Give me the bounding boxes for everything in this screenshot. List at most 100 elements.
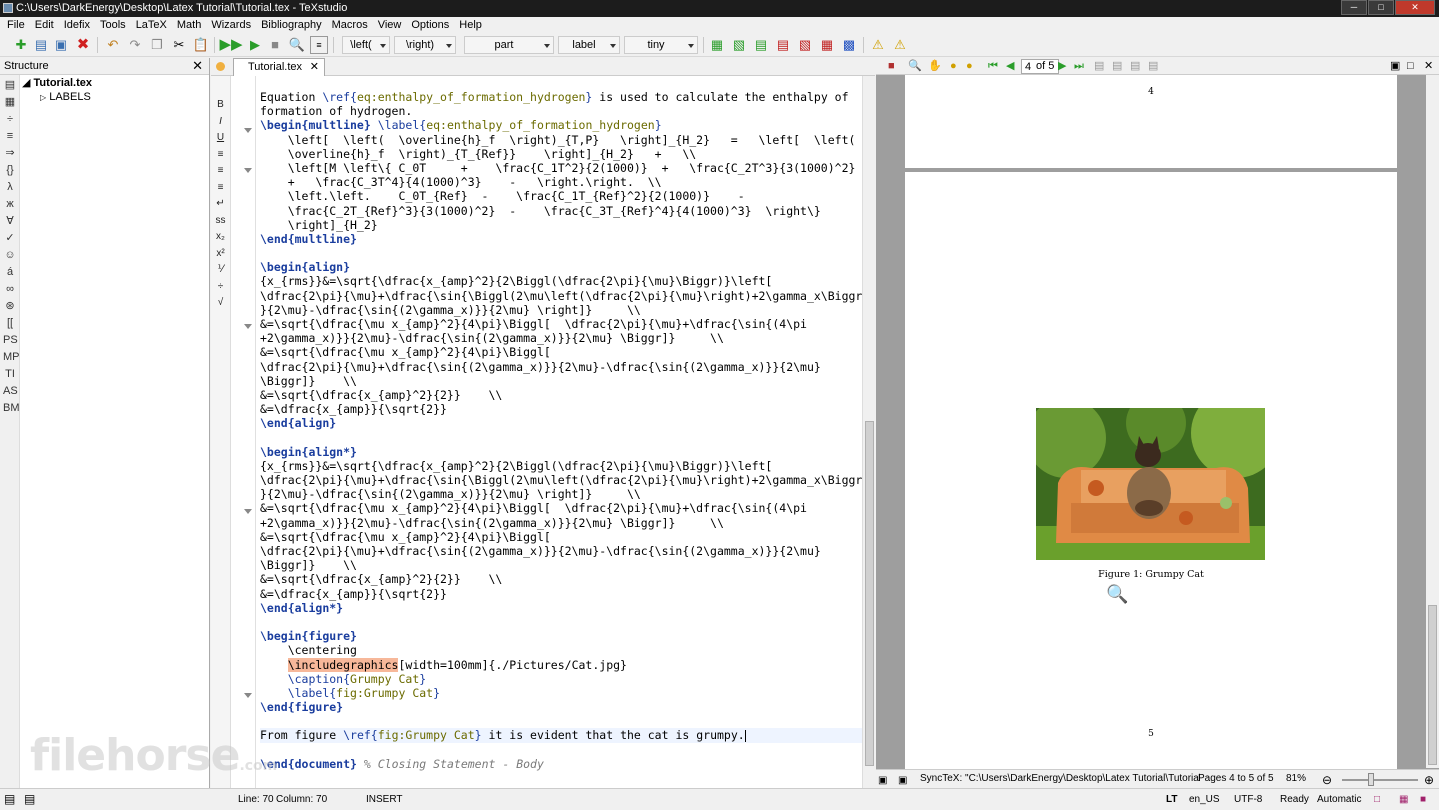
code-line[interactable]: }{2\mu}-\dfrac{\sin{(2\gamma_x)}}{2\mu} …	[260, 487, 863, 501]
code-line[interactable]: \end{align}	[260, 416, 863, 430]
dfrac-icon[interactable]: ÷	[215, 280, 227, 294]
maximize-button[interactable]: □	[1368, 0, 1394, 15]
add-row-icon[interactable]: ▤	[752, 36, 770, 54]
code-line[interactable]: \begin{align*}	[260, 445, 863, 459]
menu-latex[interactable]: LaTeX	[131, 17, 172, 33]
pdf-zoom-icon[interactable]: 🔍	[908, 59, 922, 74]
code-line[interactable]: \Biggr]} \\	[260, 558, 863, 572]
pdf-close-icon[interactable]: ✕	[1424, 59, 1433, 74]
ss-icon[interactable]: ss	[215, 214, 227, 228]
view-log-icon[interactable]: ≡	[310, 36, 328, 54]
code-line[interactable]: {x_{rms}}&=\sqrt{\dfrac{x_{amp}^2}{2\Big…	[260, 459, 863, 473]
menu-macros[interactable]: Macros	[327, 17, 373, 33]
close-structure-icon[interactable]: ✕	[192, 58, 203, 74]
align-center-icon[interactable]: ≡	[215, 164, 227, 178]
toggle-structure-icon[interactable]: ▤	[4, 793, 15, 805]
list-icon[interactable]: ≡	[3, 129, 17, 143]
braces-icon[interactable]: {}	[3, 163, 17, 177]
pdf-book-icon[interactable]: ■	[888, 59, 895, 74]
fit-width-icon[interactable]: ▤	[1094, 59, 1104, 74]
code-line[interactable]: Equation \ref{eq:enthalpy_of_formation_h…	[260, 90, 863, 104]
pdf-maximize-icon[interactable]: □	[1407, 59, 1414, 74]
code-line[interactable]: &=\sqrt{\dfrac{\mu x_{amp}^2}{4\pi}\Bigg…	[260, 345, 863, 359]
fold-sub1-icon[interactable]	[244, 168, 252, 173]
align-right-icon[interactable]: ≡	[215, 181, 227, 195]
menu-edit[interactable]: Edit	[30, 17, 59, 33]
new-file-icon[interactable]: ✚	[12, 36, 30, 54]
warning-icon[interactable]: ⚠	[869, 36, 887, 54]
code-line[interactable]: \right]_{H_2}	[260, 218, 863, 232]
code-line[interactable]: }{2\mu}-\dfrac{\sin{(2\gamma_x)}}{2\mu} …	[260, 303, 863, 317]
build-view-icon[interactable]: ▶▶	[219, 36, 242, 54]
code-line[interactable]: \overline{h}_f \right)_{T_{Ref}} \right]…	[260, 147, 863, 161]
languagetool-indicator[interactable]: LT	[1166, 794, 1177, 806]
fold-align-star-icon[interactable]	[244, 509, 252, 514]
undo-icon[interactable]: ↶	[104, 36, 122, 54]
menu-help[interactable]: Help	[454, 17, 487, 33]
code-line[interactable]	[260, 246, 863, 260]
pdf-window-icon[interactable]: ▣	[1390, 59, 1400, 74]
minimize-button[interactable]: ─	[1341, 0, 1367, 15]
code-line[interactable]: \begin{align}	[260, 260, 863, 274]
expanded-arrow-icon[interactable]: ◢	[22, 77, 30, 89]
code-line[interactable]: \dfrac{2\pi}{\mu}+\dfrac{\sin{(2\gamma_x…	[260, 544, 863, 558]
align-columns-icon[interactable]: ▦	[818, 36, 836, 54]
collapsed-arrow-icon[interactable]: ▷	[40, 93, 46, 102]
stop-icon[interactable]: ■	[266, 36, 284, 54]
close-file-icon[interactable]: ✖	[74, 36, 92, 54]
fold-figure-icon[interactable]	[244, 693, 252, 698]
code-line[interactable]	[260, 743, 863, 757]
zoom-in-icon[interactable]: ⊕	[1424, 771, 1434, 789]
code-line[interactable]: \Biggr]} \\	[260, 374, 863, 388]
cyrillic-icon[interactable]: ж	[3, 197, 17, 211]
last-page-icon[interactable]: ⏭	[1074, 59, 1084, 74]
prev-page-icon[interactable]: ◀	[1006, 59, 1014, 74]
code-editor[interactable]: Equation \ref{eq:enthalpy_of_formation_h…	[260, 90, 863, 780]
code-line[interactable]: \end{align*}	[260, 601, 863, 615]
pstricks-icon[interactable]: PS	[3, 333, 18, 347]
zoom-out-icon[interactable]: ⊖	[1322, 771, 1332, 789]
lambda-icon[interactable]: λ	[3, 180, 17, 194]
pdf-back-icon[interactable]: ●	[950, 59, 957, 74]
fold-align-icon[interactable]	[244, 324, 252, 329]
menu-tools[interactable]: Tools	[95, 17, 131, 33]
code-line[interactable]: \end{document} % Closing Statement - Bod…	[260, 757, 863, 771]
first-page-icon[interactable]: ⏮	[988, 59, 998, 74]
code-line[interactable]: \dfrac{2\pi}{\mu}+\dfrac{\sin{\Biggl(2\m…	[260, 473, 863, 487]
pdf-status-icon[interactable]: ■	[1420, 794, 1426, 806]
accent-icon[interactable]: á	[3, 265, 17, 279]
code-line[interactable]: &=\sqrt{\dfrac{x_{amp}^2}{2}} \\	[260, 572, 863, 586]
tree-labels-item[interactable]: ▷ LABELS	[22, 90, 92, 104]
menu-wizards[interactable]: Wizards	[206, 17, 256, 33]
pdf-zoom-level[interactable]: 81%	[1286, 770, 1306, 788]
code-line[interactable]: &=\dfrac{x_{amp}}{\sqrt{2}}	[260, 402, 863, 416]
grid-icon[interactable]: ▤	[1148, 59, 1158, 74]
code-line[interactable]: \frac{C_2T_{Ref}^3}{3(1000)^2} - \frac{C…	[260, 204, 863, 218]
tab-tutorial[interactable]: Tutorial.tex ✕	[233, 58, 326, 76]
forall-icon[interactable]: ∀	[3, 214, 17, 228]
bold-icon[interactable]: B	[215, 98, 227, 112]
spell-language[interactable]: en_US	[1189, 794, 1220, 806]
grid-status-icon[interactable]: ▦	[1399, 794, 1408, 806]
cut-icon[interactable]: ✂	[170, 36, 188, 54]
code-line[interactable]: + \frac{C_3T^4}{4(1000)^3} - \right.\rig…	[260, 175, 863, 189]
pdf-scrollbar[interactable]	[1426, 75, 1439, 768]
code-line[interactable]: \label{fig:Grumpy Cat}	[260, 686, 863, 700]
tree-root[interactable]: ◢ Tutorial.tex	[22, 76, 92, 90]
code-line[interactable]: \left.\left. C_0T_{Ref} - \frac{C_1T_{Re…	[260, 189, 863, 203]
editor-scrollbar[interactable]	[862, 76, 875, 788]
code-line[interactable]: +2\gamma_x)}}{2\mu}-\dfrac{\sin{(2\gamma…	[260, 516, 863, 530]
fraction-icon[interactable]: ⅟	[215, 263, 227, 277]
code-line[interactable]	[260, 615, 863, 629]
code-line[interactable]: &=\dfrac{x_{amp}}{\sqrt{2}}	[260, 587, 863, 601]
checkmark-icon[interactable]: ✓	[3, 231, 17, 245]
paste-icon[interactable]: 📋	[192, 36, 210, 54]
code-line[interactable]	[260, 431, 863, 445]
code-line[interactable]: \begin{figure}	[260, 629, 863, 643]
remove-row-icon[interactable]: ▤	[774, 36, 792, 54]
file-encoding[interactable]: UTF-8	[1234, 794, 1262, 806]
code-line[interactable]: \left[M \left\{ C_0T + \frac{C_1T^2}{2(1…	[260, 161, 863, 175]
bookmark-status-icon[interactable]: □	[1374, 794, 1380, 806]
pdf-hand-icon[interactable]: ✋	[928, 59, 942, 74]
fit-page-icon[interactable]: ▤	[1112, 59, 1122, 74]
